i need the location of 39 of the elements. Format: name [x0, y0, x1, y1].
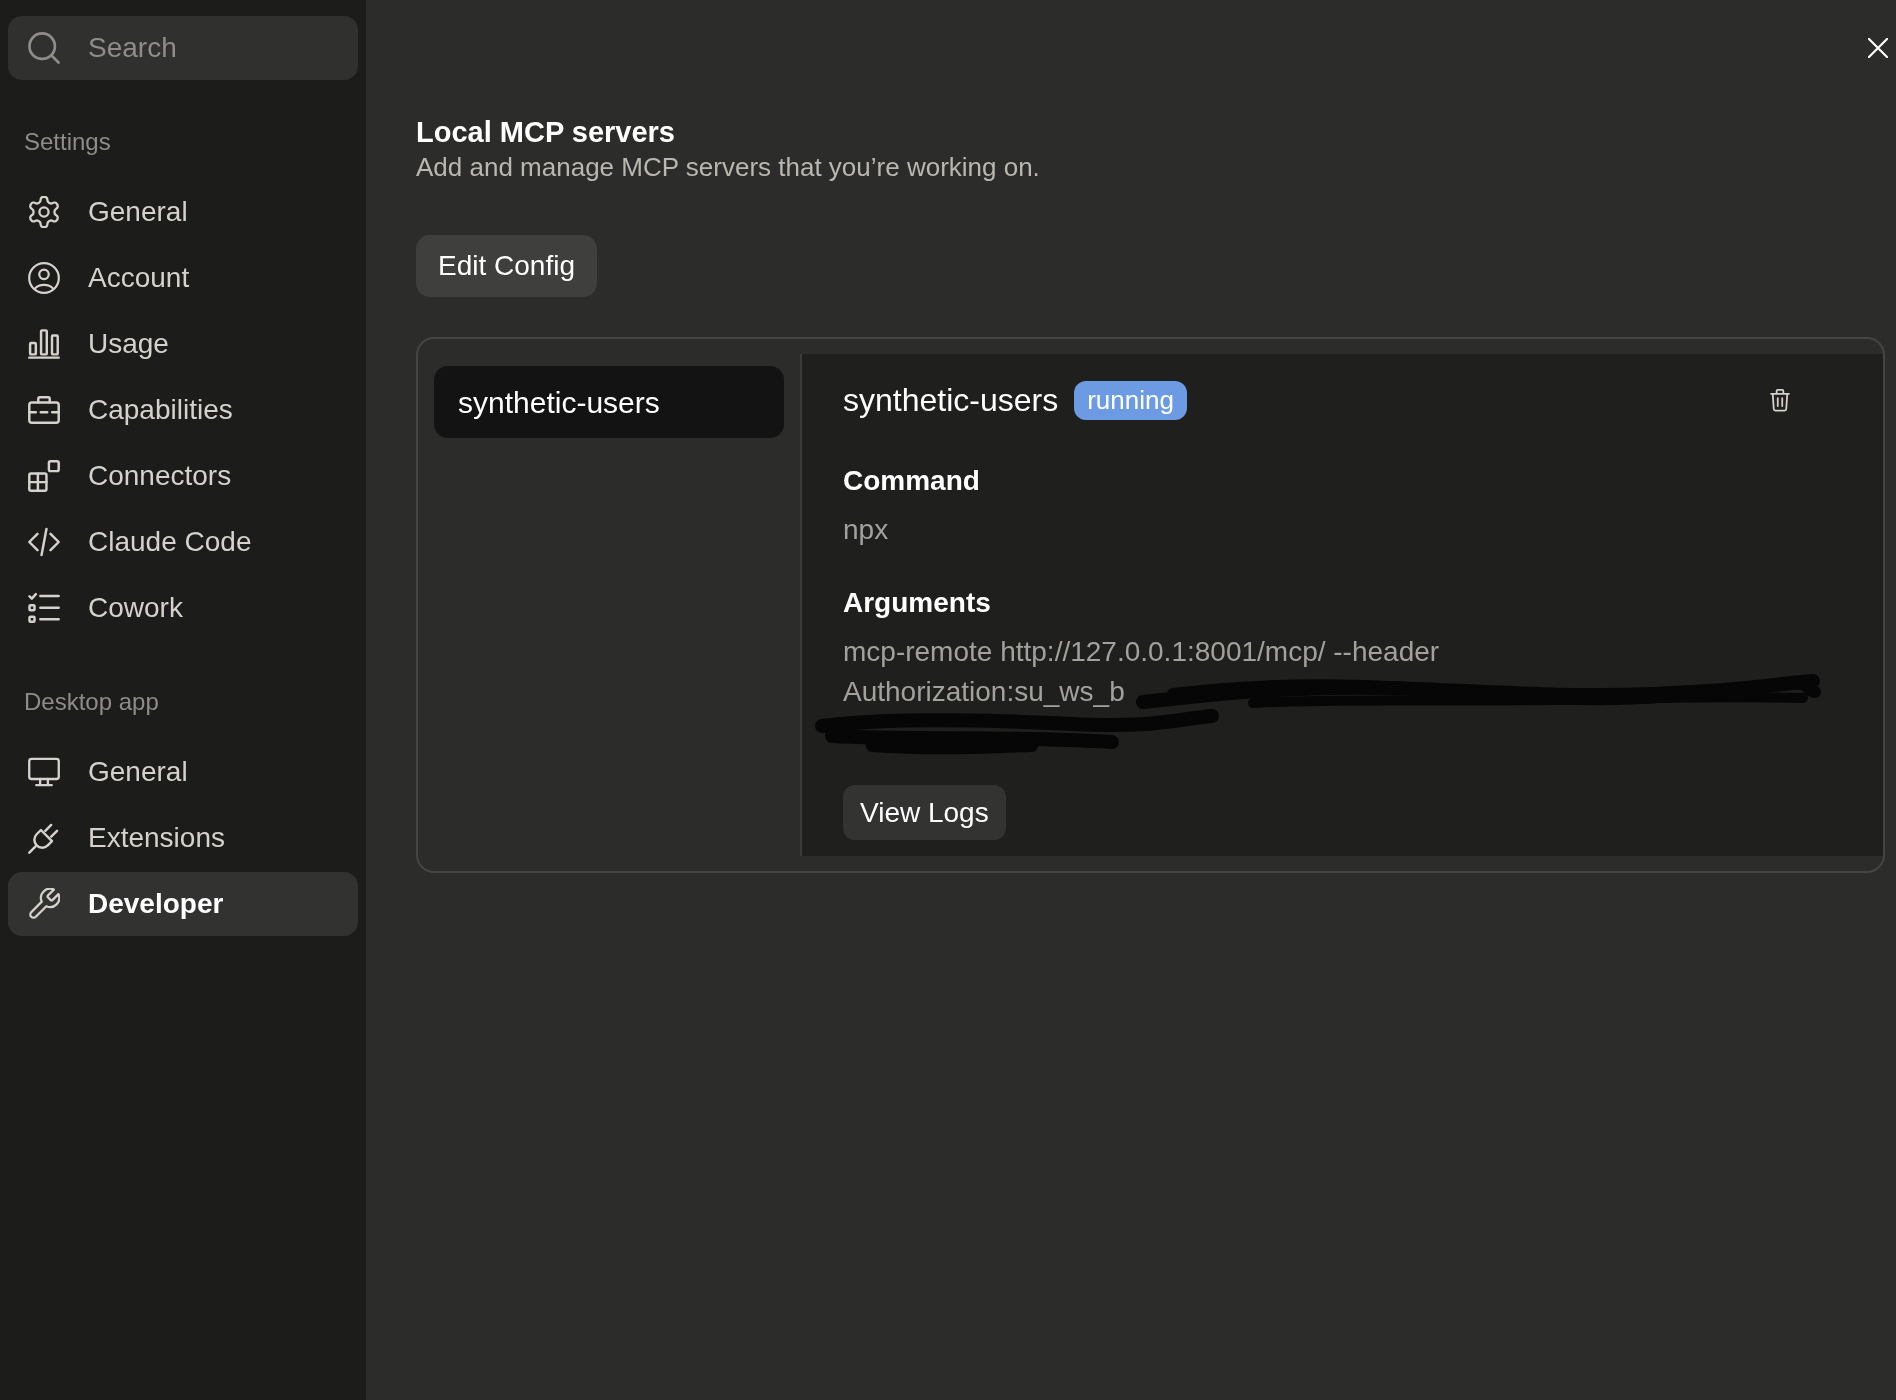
wrench-icon [28, 888, 60, 920]
view-logs-button[interactable]: View Logs [843, 785, 1006, 840]
squares-icon [28, 460, 60, 492]
sidebar-item[interactable]: Account [8, 246, 358, 310]
close-icon [1867, 38, 1888, 58]
code-icon [28, 526, 60, 558]
checklist-icon [28, 592, 60, 624]
monitor-icon [28, 756, 60, 788]
gear-icon [28, 196, 60, 228]
field-label: Command [843, 464, 980, 498]
sidebar-item[interactable]: Capabilities [8, 378, 358, 442]
page-description: Add and manage MCP servers that you’re working on. [416, 151, 1040, 184]
page-title: Local MCP servers [416, 115, 675, 150]
trash-icon [1769, 388, 1790, 412]
sidebar-item[interactable]: Cowork [8, 576, 358, 640]
edit-config-button[interactable]: Edit Config [416, 235, 597, 297]
sidebar-item[interactable]: Claude Code [8, 510, 358, 574]
bar-chart-icon [28, 328, 60, 360]
field-value: Authorization:su_ws_b [843, 675, 1125, 709]
briefcase-icon [28, 394, 60, 426]
sidebar-item[interactable]: Developer [8, 872, 358, 936]
sidebar-item[interactable]: General [8, 740, 358, 804]
section-heading: Settings [24, 127, 111, 157]
sidebar-item[interactable]: Connectors [8, 444, 358, 508]
delete-button[interactable] [1769, 388, 1790, 412]
plug-icon [28, 822, 60, 854]
server-name: synthetic-users [843, 381, 1059, 420]
user-circle-icon [28, 262, 60, 294]
field-value: npx [843, 513, 889, 547]
sidebar-item[interactable]: General [8, 180, 358, 244]
search-field[interactable]: Search [8, 16, 358, 80]
field-label: Arguments [843, 586, 991, 620]
section-heading: Desktop app [24, 687, 159, 717]
field-value: mcp-remote http://127.0.0.1:8001/mcp/ --header [843, 635, 1440, 669]
sidebar-item[interactable]: Extensions [8, 806, 358, 870]
search-icon [28, 32, 60, 64]
server-list-item[interactable]: synthetic-users [434, 366, 784, 438]
sidebar-item[interactable]: Usage [8, 312, 358, 376]
status-badge: running [1074, 380, 1187, 420]
